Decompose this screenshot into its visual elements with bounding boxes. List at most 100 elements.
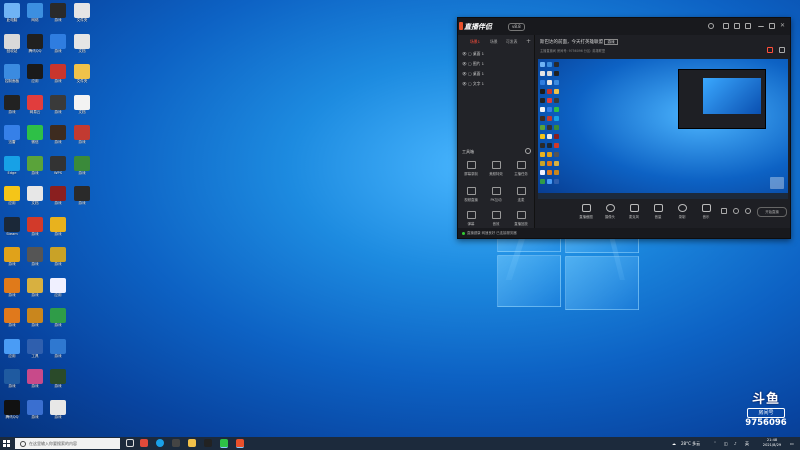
wechat-icon[interactable] [220,439,228,448]
tool-task[interactable]: 主播任务 [511,161,531,176]
desktop-icon[interactable]: 游戏 [46,308,70,338]
category-badge[interactable]: 游戏 [604,39,618,45]
scene-item[interactable]: 👁 ▢ 文字 1 [462,81,484,87]
desktop-icon[interactable]: 游戏 [46,399,70,430]
scene-item[interactable]: 👁 ▢ 桌面 1 [462,51,484,57]
desktop-icon[interactable]: 微信 [23,125,47,155]
webcam-button[interactable]: 摄像头 [599,204,621,219]
task-view-icon[interactable] [126,439,134,447]
desktop-icon[interactable]: 文档 [23,186,47,216]
tab-scene[interactable]: 场景 [490,39,498,45]
toolbox-toggle-icon[interactable] [525,148,531,154]
tab-publish[interactable]: 可发表 [506,39,517,45]
tool-replay[interactable]: 直播回放 [511,211,531,226]
media-app-icon[interactable] [140,439,148,447]
desktop-icon[interactable]: 回收站 [0,33,24,64]
desktop-icon[interactable]: 游戏 [0,369,24,399]
volume-button[interactable]: 音量 [647,204,669,219]
desktop-icon[interactable]: 此电脑 [0,3,24,33]
desktop-icon[interactable]: 游戏 [46,216,70,247]
search-box[interactable]: 在这里输入你要搜索的内容 [15,438,120,449]
desktop-icon[interactable]: WPS [46,155,70,186]
streaming-app-taskbar-icon[interactable] [236,439,244,448]
desktop-icon[interactable]: 游戏 [23,277,47,308]
desktop-icon[interactable]: 游戏 [0,94,24,125]
tool-danmu[interactable]: 弹幕 [461,211,481,226]
desktop-icon[interactable]: 应用 [23,64,47,94]
desktop-icon[interactable]: Edge [0,155,24,186]
desktop-icon[interactable]: 游戏 [23,399,47,430]
share-icon[interactable] [779,47,785,53]
game-app-icon[interactable] [172,439,180,447]
desktop-icon[interactable]: 工具 [23,338,47,369]
desktop-icon[interactable]: 文档 [70,33,94,64]
tool-pk[interactable]: PK互动 [486,187,506,202]
scene-item[interactable]: 👁 ▢ 桌面 1 [462,71,484,77]
desktop-icon[interactable]: 游戏 [46,94,70,125]
gear-icon[interactable] [733,208,739,214]
network-icon[interactable]: ◫ [724,437,728,450]
desktop-icon[interactable]: 游戏 [70,125,94,155]
gift-icon[interactable] [767,47,773,53]
avatar-icon[interactable] [708,23,714,29]
desktop-icon[interactable]: 游戏 [0,247,24,277]
tab-scene-1[interactable]: 场景1 [470,39,480,45]
record-button[interactable]: 录制 [671,204,693,219]
notification-icon[interactable]: ▭ [790,437,794,450]
desktop-icon[interactable]: 游戏 [70,155,94,186]
desktop-icon[interactable]: 游戏 [0,277,24,308]
desktop-icon[interactable]: 游戏 [23,369,47,399]
desktop-icon[interactable]: 控制面板 [0,64,24,94]
desktop-icon[interactable]: 游戏 [46,338,70,369]
close-icon[interactable]: ✕ [780,23,786,29]
desktop-icon[interactable]: 游戏 [46,33,70,64]
desktop-icon[interactable]: 游戏 [23,247,47,277]
desktop-icon[interactable]: 网易云 [23,94,47,125]
speaker-icon[interactable]: ♪ [734,437,737,450]
edge-icon[interactable] [156,439,164,447]
weather-text[interactable]: 28°C 多云 [681,437,700,450]
tool-screen-record[interactable]: 屏幕录制 [461,161,481,176]
mic-button[interactable]: 麦克风 [623,204,645,219]
start-button[interactable] [3,440,10,447]
desktop-icon[interactable]: 迅雷 [0,125,24,155]
stream-title[interactable]: 斯巴达的前面，今天打英雄联盟 游戏 [540,39,618,45]
tool-beauty[interactable]: 美颜特效 [486,161,506,176]
tool-live[interactable]: 视频直播 [461,187,481,202]
desktop-icon[interactable]: 文件夹 [70,64,94,94]
tray-chevron-icon[interactable]: ˄ [714,437,716,450]
desktop-icon[interactable]: 游戏 [70,186,94,216]
desktop-icon[interactable]: 网络 [23,3,47,33]
qq-icon[interactable] [204,439,212,447]
desktop-icon[interactable]: 文档 [70,94,94,125]
desktop-icon[interactable]: 腾讯QQ [0,399,24,430]
start-live-button[interactable]: 开始直播 [757,207,787,217]
music-button[interactable]: 音乐 [695,204,717,219]
desktop-icon[interactable]: 游戏 [23,308,47,338]
desktop-icon[interactable]: 游戏 [46,3,70,33]
desktop-icon[interactable]: 游戏 [46,369,70,399]
message-icon[interactable] [734,23,740,29]
scene-item[interactable]: 👁 ▢ 图片 1 [462,61,484,67]
maximize-icon[interactable] [769,23,775,29]
desktop-icon[interactable]: 游戏 [46,247,70,277]
app-titlebar[interactable]: 直播伴侣 v8.8 ✕ [458,18,790,35]
desktop-icon[interactable]: 腾讯QQ [23,33,47,64]
clock[interactable]: 21:48 2021/8/29 [757,438,787,448]
desktop-icon[interactable]: 游戏 [46,64,70,94]
minimize-icon[interactable] [758,23,764,27]
folder-icon[interactable] [188,439,196,447]
desktop-icon[interactable]: 游戏 [46,186,70,216]
desktop-icon[interactable]: 应用 [46,277,70,308]
more-icon[interactable] [745,208,751,214]
streaming-app-window[interactable]: 直播伴侣 v8.8 ✕ 场景1 场景 可发表 + 👁 ▢ 桌面 1 👁 ▢ 图片… [457,17,791,239]
tool-sound[interactable]: 音效 [486,211,506,226]
screenshot-button[interactable]: 直播截图 [575,204,597,219]
desktop-icon[interactable]: 游戏 [23,216,47,247]
video-icon[interactable] [721,208,727,214]
skin-icon[interactable] [723,23,729,29]
desktop-icon[interactable]: 应用 [0,186,24,216]
desktop-icon[interactable]: Steam [0,216,24,247]
add-tab-button[interactable]: + [526,38,531,45]
desktop-icon[interactable]: 应用 [0,338,24,369]
